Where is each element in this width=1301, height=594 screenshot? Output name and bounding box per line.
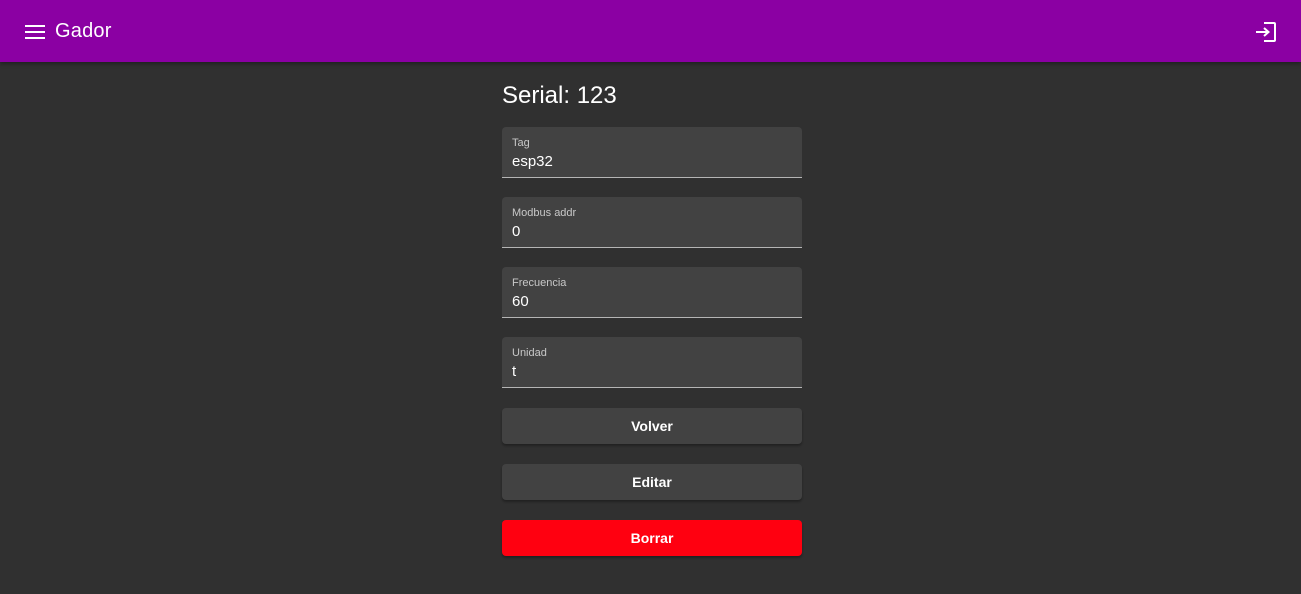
login-button[interactable] bbox=[1251, 17, 1281, 47]
back-button[interactable]: Volver bbox=[502, 408, 802, 444]
login-icon bbox=[1256, 22, 1276, 42]
frecuencia-field[interactable]: Frecuencia bbox=[502, 267, 802, 318]
modbus-addr-field[interactable]: Modbus addr bbox=[502, 197, 802, 248]
tag-input[interactable] bbox=[512, 151, 792, 171]
frecuencia-input[interactable] bbox=[512, 291, 792, 311]
tag-field[interactable]: Tag bbox=[502, 127, 802, 178]
menu-button[interactable] bbox=[20, 17, 50, 47]
modbus-addr-field-label: Modbus addr bbox=[512, 207, 577, 219]
unidad-input[interactable] bbox=[512, 361, 792, 381]
app-bar: Gador bbox=[0, 0, 1301, 62]
unidad-field[interactable]: Unidad bbox=[502, 337, 802, 388]
edit-button[interactable]: Editar bbox=[502, 464, 802, 500]
tag-field-label: Tag bbox=[512, 137, 530, 149]
frecuencia-field-label: Frecuencia bbox=[512, 277, 567, 289]
modbus-addr-input[interactable] bbox=[512, 221, 792, 241]
app-title: Gador bbox=[55, 20, 112, 42]
delete-button[interactable]: Borrar bbox=[502, 520, 802, 556]
unidad-field-label: Unidad bbox=[512, 347, 547, 359]
page-title: Serial: 123 bbox=[502, 82, 617, 109]
menu-icon bbox=[25, 25, 45, 39]
